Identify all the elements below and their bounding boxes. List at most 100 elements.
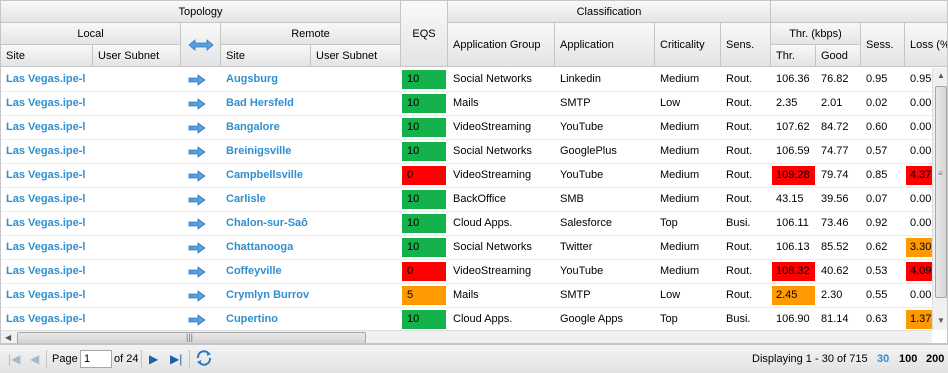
sessions-cell: 0.53 xyxy=(866,265,888,277)
local-site-link[interactable]: Las Vegas.ipe-l xyxy=(1,140,93,163)
good-throughput-cell: 73.46 xyxy=(821,217,849,229)
eqs-badge: 0 xyxy=(402,262,446,281)
remote-site-link[interactable]: Campbellsville xyxy=(221,164,311,187)
page-number-input[interactable] xyxy=(80,350,112,368)
remote-site-link[interactable]: Breinigsville xyxy=(221,140,311,163)
header-swap-direction[interactable] xyxy=(181,23,221,67)
remote-site-link[interactable]: Crymlyn Burrov xyxy=(221,284,311,307)
header-local: Local xyxy=(1,23,181,45)
direction-arrow-icon xyxy=(188,242,206,254)
scroll-down-icon[interactable]: ▼ xyxy=(937,316,945,325)
criticality-cell: Low xyxy=(660,97,681,109)
remote-site-link[interactable]: Augsburg xyxy=(221,68,311,91)
local-site-link[interactable]: Las Vegas.ipe-l xyxy=(1,308,93,331)
application-group-cell: VideoStreaming xyxy=(453,265,532,277)
refresh-button[interactable] xyxy=(195,349,213,370)
header-thr[interactable]: Thr. xyxy=(771,45,816,67)
application-cell: SMTP xyxy=(560,97,591,109)
header-metrics-group xyxy=(771,1,947,23)
header-local-user-subnet[interactable]: User Subnet xyxy=(93,45,181,67)
first-page-icon[interactable]: |◀ xyxy=(8,352,20,366)
application-group-cell: VideoStreaming xyxy=(453,169,532,181)
header-remote-user-subnet[interactable]: User Subnet xyxy=(311,45,401,67)
remote-site-link[interactable]: Cupertino xyxy=(221,308,311,331)
throughput-cell: 108.32 xyxy=(772,262,815,281)
horizontal-scrollbar[interactable]: ◀ ||| xyxy=(1,330,932,343)
scroll-left-icon[interactable]: ◀ xyxy=(5,333,11,342)
sensitivity-cell: Busi. xyxy=(726,313,751,325)
table-row[interactable]: Las Vegas.ipe-l Chattanooga 10 Social Netwo… xyxy=(1,236,932,260)
application-group-cell: Mails xyxy=(453,97,479,109)
header-eqs[interactable]: EQS xyxy=(401,1,448,67)
remote-site-link[interactable]: Bangalore xyxy=(221,116,311,139)
paging-toolbar: |◀ ◀ Page of 24 ▶ ▶| Displaying 1 - 30 o… xyxy=(0,344,948,373)
header-loss[interactable]: Loss (% xyxy=(905,23,947,67)
local-site-link[interactable]: Las Vegas.ipe-l xyxy=(1,260,93,283)
local-site-link[interactable]: Las Vegas.ipe-l xyxy=(1,236,93,259)
last-page-icon[interactable]: ▶| xyxy=(170,352,182,366)
header-sens[interactable]: Sens. xyxy=(721,23,771,67)
vertical-scrollbar[interactable]: ▲ ≡ ▼ xyxy=(932,68,947,330)
sensitivity-cell: Rout. xyxy=(726,289,753,301)
remote-site-link[interactable]: Bad Hersfeld xyxy=(221,92,311,115)
application-group-cell: Social Networks xyxy=(453,241,532,253)
sessions-cell: 0.55 xyxy=(866,289,888,301)
refresh-icon xyxy=(196,350,212,366)
eqs-badge: 5 xyxy=(402,286,446,305)
local-site-link[interactable]: Las Vegas.ipe-l xyxy=(1,68,93,91)
header-application[interactable]: Application xyxy=(555,23,655,67)
header-classification: Classification xyxy=(448,1,771,23)
header-application-group[interactable]: Application Group xyxy=(448,23,555,67)
table-row[interactable]: Las Vegas.ipe-l Carlisle 10 BackOffice SMB Me… xyxy=(1,188,932,212)
local-site-link[interactable]: Las Vegas.ipe-l xyxy=(1,212,93,235)
remote-user-subnet-cell xyxy=(311,188,401,211)
direction-arrow-icon xyxy=(188,146,206,158)
swap-arrows-icon[interactable] xyxy=(187,38,215,52)
page-size-30[interactable]: 30 xyxy=(877,353,889,365)
next-page-icon[interactable]: ▶ xyxy=(149,352,158,366)
remote-site-link[interactable]: Chalon-sur-Saô xyxy=(221,212,311,235)
scroll-up-icon[interactable]: ▲ xyxy=(937,71,945,80)
table-row[interactable]: Las Vegas.ipe-l Breinigsville 10 Social Net… xyxy=(1,140,932,164)
prev-page-icon[interactable]: ◀ xyxy=(30,352,39,366)
direction-arrow-icon xyxy=(188,218,206,230)
table-row[interactable]: Las Vegas.ipe-l Campbellsville 0 VideoStrea… xyxy=(1,164,932,188)
vertical-scroll-thumb[interactable]: ≡ xyxy=(935,86,947,298)
good-throughput-cell: 84.72 xyxy=(821,121,849,133)
table-row[interactable]: Las Vegas.ipe-l Bad Hersfeld 10 Mails SMTP Lo… xyxy=(1,92,932,116)
horizontal-scroll-thumb[interactable]: ||| xyxy=(17,332,366,343)
table-row[interactable]: Las Vegas.ipe-l Augsburg 10 Social Networks… xyxy=(1,68,932,92)
local-site-link[interactable]: Las Vegas.ipe-l xyxy=(1,284,93,307)
header-thr-kbps: Thr. (kbps) xyxy=(771,23,861,45)
local-site-link[interactable]: Las Vegas.ipe-l xyxy=(1,116,93,139)
eqs-badge: 10 xyxy=(402,142,446,161)
sensitivity-cell: Rout. xyxy=(726,265,753,277)
good-throughput-cell: 85.52 xyxy=(821,241,849,253)
table-row[interactable]: Las Vegas.ipe-l Chalon-sur-Saô 10 Cloud App… xyxy=(1,212,932,236)
remote-site-link[interactable]: Carlisle xyxy=(221,188,311,211)
remote-user-subnet-cell xyxy=(311,140,401,163)
sessions-cell: 0.62 xyxy=(866,241,888,253)
loss-cell: 0.00 xyxy=(910,145,932,157)
sessions-cell: 0.63 xyxy=(866,313,888,325)
application-cell: Twitter xyxy=(560,241,593,253)
table-row[interactable]: Las Vegas.ipe-l Cupertino 10 Cloud Apps. Goo… xyxy=(1,308,932,332)
local-user-subnet-cell xyxy=(93,188,181,211)
header-local-site[interactable]: Site xyxy=(1,45,93,67)
header-good[interactable]: Good xyxy=(816,45,861,67)
local-site-link[interactable]: Las Vegas.ipe-l xyxy=(1,92,93,115)
header-remote-site[interactable]: Site xyxy=(221,45,311,67)
throughput-cell: 109.28 xyxy=(772,166,815,185)
header-criticality[interactable]: Criticality xyxy=(655,23,721,67)
header-sess[interactable]: Sess. xyxy=(861,23,905,67)
table-row[interactable]: Las Vegas.ipe-l Crymlyn Burrov 5 Mails SMTP L… xyxy=(1,284,932,308)
remote-site-link[interactable]: Coffeyville xyxy=(221,260,311,283)
sensitivity-cell: Busi. xyxy=(726,217,751,229)
local-site-link[interactable]: Las Vegas.ipe-l xyxy=(1,164,93,187)
remote-site-link[interactable]: Chattanooga xyxy=(221,236,311,259)
page-size-100[interactable]: 100 xyxy=(899,353,917,365)
table-row[interactable]: Las Vegas.ipe-l Bangalore 10 VideoStreaming… xyxy=(1,116,932,140)
page-size-200[interactable]: 200 xyxy=(926,353,944,365)
table-row[interactable]: Las Vegas.ipe-l Coffeyville 0 VideoStreamin… xyxy=(1,260,932,284)
local-site-link[interactable]: Las Vegas.ipe-l xyxy=(1,188,93,211)
